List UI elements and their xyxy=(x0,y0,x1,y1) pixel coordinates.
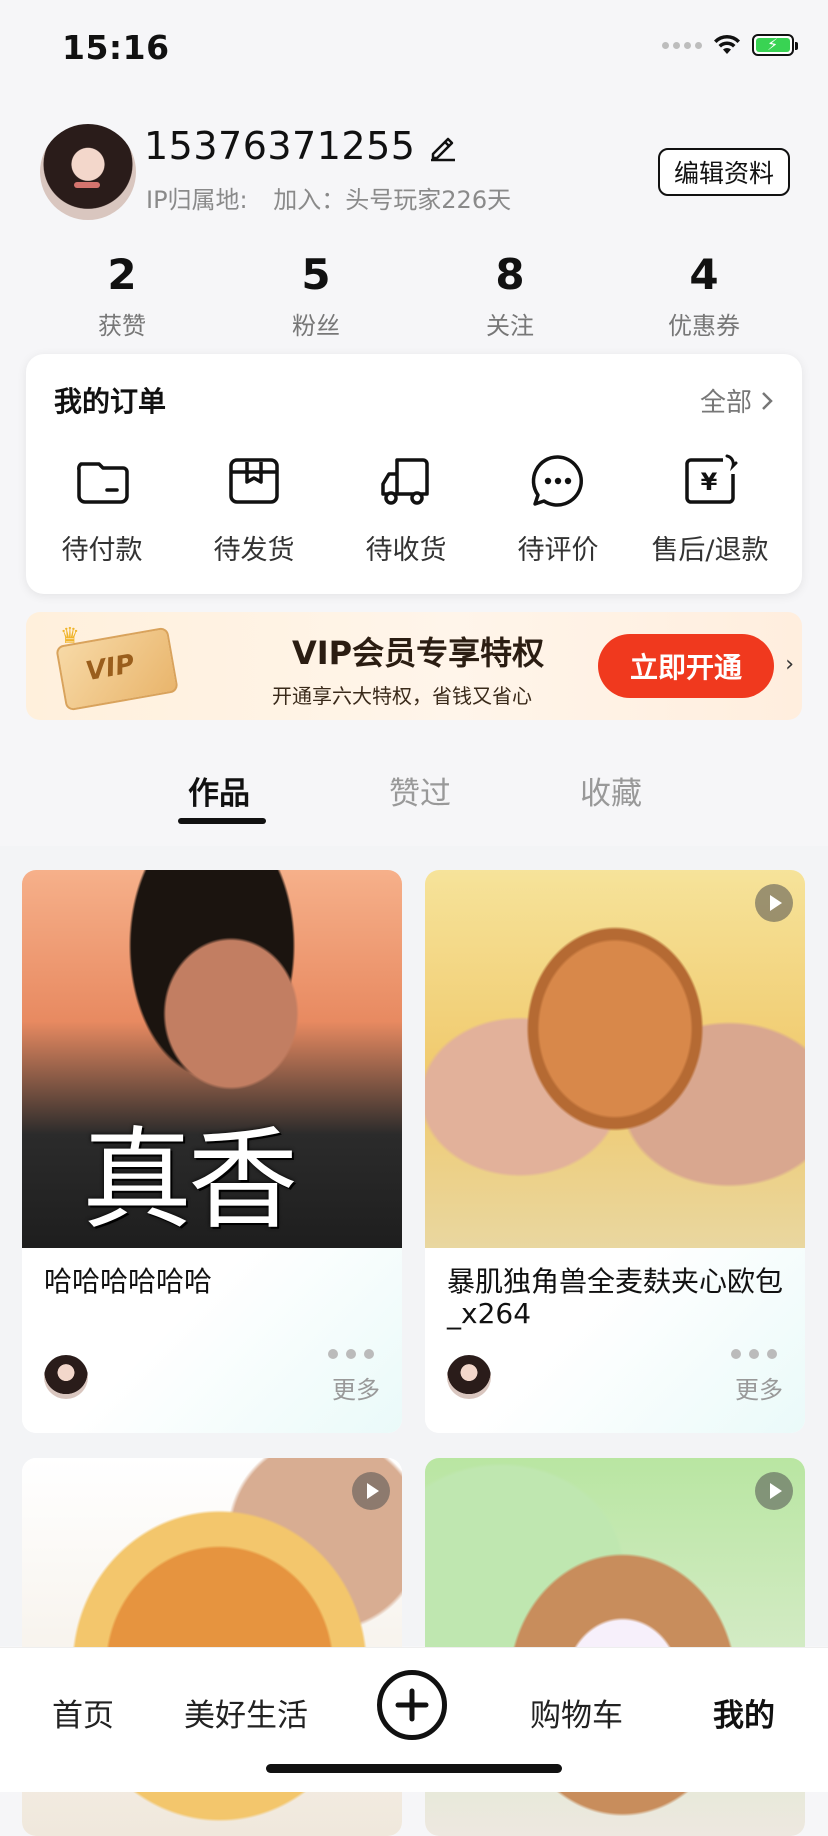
nav-good-life[interactable]: 美好生活 xyxy=(184,1690,308,1735)
more-label[interactable]: 更多 xyxy=(332,1370,380,1405)
battery-charging-icon: ⚡ xyxy=(752,34,798,56)
wallet-icon xyxy=(77,462,129,504)
order-label: 待付款 xyxy=(61,535,143,566)
orders-all-link[interactable]: 全部 xyxy=(700,382,774,419)
stat-value: 5 xyxy=(301,250,331,299)
content-tabs: 作品 赞过 收藏 xyxy=(0,768,828,840)
chat-bubble-icon xyxy=(531,455,583,507)
profile-avatar[interactable] xyxy=(40,124,136,220)
join-days: 加入：头号玩家226天 xyxy=(273,186,512,214)
stat-coupons[interactable]: 4 优惠券 xyxy=(607,250,801,341)
play-icon[interactable] xyxy=(755,884,793,922)
plus-icon xyxy=(395,1688,429,1722)
post-title: 哈哈哈哈哈哈 xyxy=(44,1265,213,1298)
profile-subline: IP归属地: 加入：头号玩家226天 xyxy=(146,180,511,215)
stat-value: 8 xyxy=(495,250,525,299)
profile-stats: 2 获赞 5 粉丝 8 关注 4 优惠券 xyxy=(0,250,828,341)
order-label: 售后/退款 xyxy=(651,535,769,566)
order-label: 待发货 xyxy=(213,535,295,566)
vip-card-text: VIP xyxy=(83,649,137,688)
post-body: 暴肌独角兽全麦麸夹心欧包_x264 更多 xyxy=(425,1248,805,1433)
stat-label: 关注 xyxy=(486,312,534,340)
post-image xyxy=(425,870,805,1248)
package-icon xyxy=(229,458,279,504)
svg-text:¥: ¥ xyxy=(701,468,718,496)
order-pending-receipt[interactable]: 待收货 xyxy=(330,450,482,567)
stat-label: 优惠券 xyxy=(668,312,740,340)
refund-icon: ¥ xyxy=(685,454,738,504)
vip-subtitle: 开通享六大特权，省钱又省心 xyxy=(272,684,532,708)
ip-location-label: IP归属地: xyxy=(146,186,248,214)
posts-grid: 真香 哈哈哈哈哈哈 更多 暴肌独角兽全麦麸夹心欧包_x264 更多 xyxy=(0,846,828,1836)
order-pending-shipment[interactable]: 待发货 xyxy=(178,450,330,567)
orders-card: 我的订单 全部 待付款 待发货 待收货 待评价 ¥ 售后/退款 xyxy=(26,354,802,594)
vip-title: VIP会员专享特权 xyxy=(292,634,545,672)
status-time: 15:16 xyxy=(62,28,170,67)
more-dots-icon[interactable] xyxy=(731,1349,777,1359)
play-icon[interactable] xyxy=(755,1472,793,1510)
stat-value: 2 xyxy=(107,250,137,299)
post-body: 哈哈哈哈哈哈 更多 xyxy=(22,1248,402,1433)
order-pending-review[interactable]: 待评价 xyxy=(482,450,634,567)
more-label[interactable]: 更多 xyxy=(735,1370,783,1405)
more-dots-icon[interactable] xyxy=(328,1349,374,1359)
nav-home[interactable]: 首页 xyxy=(52,1690,114,1735)
stat-following[interactable]: 8 关注 xyxy=(413,250,607,341)
post-title: 暴肌独角兽全麦麸夹心欧包_x264 xyxy=(447,1265,784,1330)
nav-me[interactable]: 我的 xyxy=(713,1690,775,1735)
tab-favorites[interactable]: 收藏 xyxy=(580,768,642,813)
stat-label: 获赞 xyxy=(98,312,146,340)
orders-title: 我的订单 xyxy=(54,385,167,418)
post-card[interactable]: 真香 哈哈哈哈哈哈 更多 xyxy=(22,870,402,1433)
status-icons: ⚡ xyxy=(662,34,798,56)
tab-liked[interactable]: 赞过 xyxy=(389,768,451,813)
stat-likes[interactable]: 2 获赞 xyxy=(25,250,219,341)
home-indicator xyxy=(266,1764,562,1773)
author-avatar[interactable] xyxy=(44,1355,88,1399)
vip-open-button[interactable]: 立即开通 xyxy=(598,634,774,698)
post-image: 真香 xyxy=(22,870,402,1248)
tab-works[interactable]: 作品 xyxy=(188,768,250,813)
play-icon[interactable] xyxy=(352,1472,390,1510)
profile-phone: 15376371255 xyxy=(144,124,416,168)
edit-profile-button[interactable]: 编辑资料 xyxy=(657,148,790,196)
nav-cart[interactable]: 购物车 xyxy=(530,1690,623,1735)
vip-banner[interactable]: ♛ VIP VIP会员专享特权 开通享六大特权，省钱又省心 立即开通 › xyxy=(26,612,802,720)
order-status-row: 待付款 待发货 待收货 待评价 ¥ 售后/退款 xyxy=(26,450,802,567)
stat-fans[interactable]: 5 粉丝 xyxy=(219,250,413,341)
wifi-icon xyxy=(714,34,740,54)
order-label: 待评价 xyxy=(517,535,599,566)
order-after-sales[interactable]: ¥ 售后/退款 xyxy=(634,450,786,567)
chevron-right-icon: › xyxy=(785,652,794,677)
stat-label: 粉丝 xyxy=(292,312,340,340)
author-avatar[interactable] xyxy=(447,1355,491,1399)
orders-all-label: 全部 xyxy=(699,388,752,418)
cellular-dots-icon xyxy=(662,41,702,49)
order-label: 待收货 xyxy=(365,535,447,566)
chevron-right-icon xyxy=(762,391,773,410)
post-card[interactable]: 暴肌独角兽全麦麸夹心欧包_x264 更多 xyxy=(425,870,805,1433)
order-pending-payment[interactable]: 待付款 xyxy=(26,450,178,567)
active-tab-indicator xyxy=(178,818,266,824)
image-overlay-text: 真香 xyxy=(82,1116,298,1244)
profile-phone-row: 15376371255 xyxy=(144,124,459,168)
stat-value: 4 xyxy=(689,250,719,299)
delivery-truck-icon xyxy=(381,458,429,505)
pencil-icon[interactable] xyxy=(427,130,459,162)
add-post-button[interactable] xyxy=(377,1670,447,1740)
